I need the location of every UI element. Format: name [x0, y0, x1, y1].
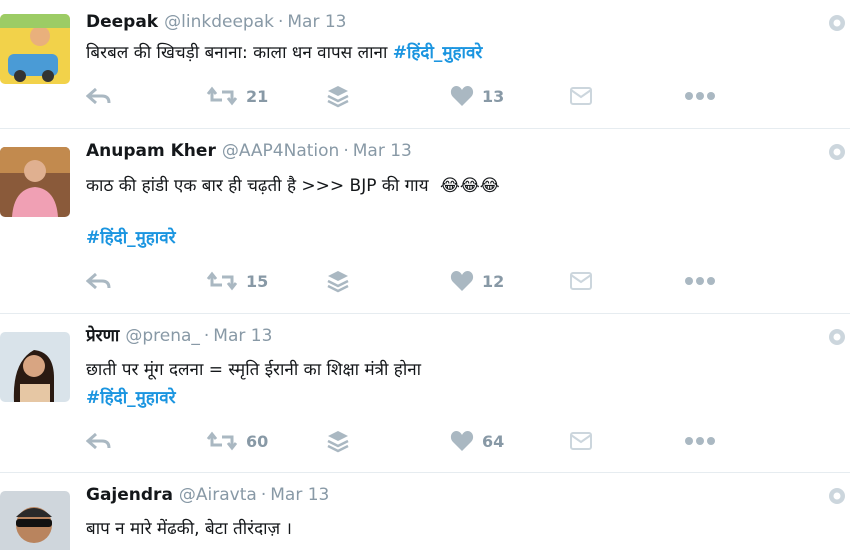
reply-button[interactable]: [86, 81, 112, 111]
timestamp[interactable]: Mar 13: [270, 485, 329, 505]
retweet-count: 60: [246, 431, 269, 451]
globe-icon[interactable]: [828, 14, 846, 32]
tweet-text: बाप न मारे मेंढकी, बेटा तीरंदाज़ ।: [86, 515, 292, 543]
separator-dot: ·: [203, 326, 210, 346]
tweet-body: बिरबल की खिचड़ी बनाना: काला धन वापस लाना: [86, 43, 393, 63]
tweet-anupam-kher[interactable]: Anupam Kher @AAP4Nation · Mar 13 काठ की हां…: [0, 129, 850, 314]
tweet-text: बिरबल की खिचड़ी बनाना: काला धन वापस लाना…: [86, 39, 482, 67]
stack-button[interactable]: [326, 426, 350, 456]
stack-icon: [327, 271, 349, 293]
like-count: 12: [482, 271, 505, 291]
tweet-deepak[interactable]: Deepak @linkdeepak · Mar 13 बिरबल की खिचड़ी…: [0, 0, 850, 129]
reply-icon: [86, 272, 111, 290]
avatar[interactable]: [0, 147, 70, 217]
timestamp[interactable]: Mar 13: [287, 12, 346, 32]
tweet-gajendra[interactable]: Gajendra @Airavta · Mar 13 बाप न मारे मेंढक…: [0, 473, 850, 550]
tweet-body: छाती पर मूंग दलना = स्मृति ईरानी का शिक्…: [86, 360, 422, 380]
stack-button[interactable]: [326, 266, 350, 296]
tweet-text-hashtag-line: #हिंदी_मुहावरे: [86, 224, 176, 252]
message-button[interactable]: [570, 266, 592, 296]
display-name[interactable]: Gajendra: [86, 485, 173, 505]
user-handle[interactable]: @AAP4Nation: [222, 141, 340, 161]
more-button[interactable]: [684, 426, 716, 456]
message-button[interactable]: [570, 81, 592, 111]
like-count: 64: [482, 431, 505, 451]
tweet-body: बाप न मारे मेंढकी, बेटा तीरंदाज़ ।: [86, 519, 292, 539]
emoji-laughing: 😂😂😂: [439, 176, 500, 196]
avatar[interactable]: [0, 491, 70, 550]
retweet-count: 15: [246, 271, 269, 291]
separator-dot: ·: [343, 141, 349, 161]
message-icon: [570, 272, 592, 290]
globe-icon[interactable]: [828, 487, 846, 505]
timestamp[interactable]: Mar 13: [353, 141, 412, 161]
more-icon: [685, 437, 715, 445]
retweet-icon: [206, 86, 238, 106]
message-icon: [570, 87, 592, 105]
avatar[interactable]: [0, 332, 70, 402]
like-button[interactable]: 12: [450, 266, 504, 296]
retweet-button[interactable]: 21: [206, 81, 268, 111]
tweet-body: काठ की हांडी एक बार ही चढ़ती है >>> BJP …: [86, 176, 434, 196]
avatar[interactable]: [0, 14, 70, 84]
heart-icon: [450, 271, 474, 291]
reply-icon: [86, 87, 111, 105]
heart-icon: [450, 431, 474, 451]
retweet-button[interactable]: 15: [206, 266, 268, 296]
globe-icon[interactable]: [828, 143, 846, 161]
stack-icon: [327, 86, 349, 108]
stack-icon: [327, 431, 349, 453]
user-handle[interactable]: @Airavta: [179, 485, 257, 505]
retweet-icon: [206, 431, 238, 451]
globe-icon[interactable]: [828, 328, 846, 346]
message-icon: [570, 432, 592, 450]
tweet-text: छाती पर मूंग दलना = स्मृति ईरानी का शिक्…: [86, 356, 421, 384]
more-icon: [685, 92, 715, 100]
display-name[interactable]: प्रेरणा: [86, 326, 119, 346]
more-button[interactable]: [684, 81, 716, 111]
tweet-text-hashtag-line: #हिंदी_मुहावरे: [86, 384, 176, 412]
tweet-text: काठ की हांडी एक बार ही चढ़ती है >>> BJP …: [86, 172, 500, 200]
separator-dot: ·: [277, 12, 284, 32]
tweet-prerna[interactable]: प्रेरणा @prena_ · Mar 13 छाती पर मूंग दलना …: [0, 314, 850, 473]
retweet-button[interactable]: 60: [206, 426, 268, 456]
display-name[interactable]: Anupam Kher: [86, 141, 216, 161]
message-button[interactable]: [570, 426, 592, 456]
user-handle[interactable]: @prena_: [125, 326, 200, 346]
separator-dot: ·: [260, 485, 267, 505]
more-button[interactable]: [684, 266, 716, 296]
more-icon: [685, 277, 715, 285]
hashtag-link[interactable]: #हिंदी_मुहावरे: [86, 228, 176, 248]
like-button[interactable]: 64: [450, 426, 504, 456]
retweet-count: 21: [246, 86, 269, 106]
like-count: 13: [482, 86, 505, 106]
timestamp[interactable]: Mar 13: [213, 326, 272, 346]
hashtag-link[interactable]: #हिंदी_मुहावरे: [86, 388, 176, 408]
retweet-icon: [206, 271, 238, 291]
reply-button[interactable]: [86, 426, 112, 456]
user-handle[interactable]: @linkdeepak: [164, 12, 274, 32]
reply-button[interactable]: [86, 266, 112, 296]
display-name[interactable]: Deepak: [86, 12, 158, 32]
like-button[interactable]: 13: [450, 81, 504, 111]
heart-icon: [450, 86, 474, 106]
hashtag-link[interactable]: #हिंदी_मुहावरे: [393, 43, 483, 63]
reply-icon: [86, 432, 111, 450]
stack-button[interactable]: [326, 81, 350, 111]
